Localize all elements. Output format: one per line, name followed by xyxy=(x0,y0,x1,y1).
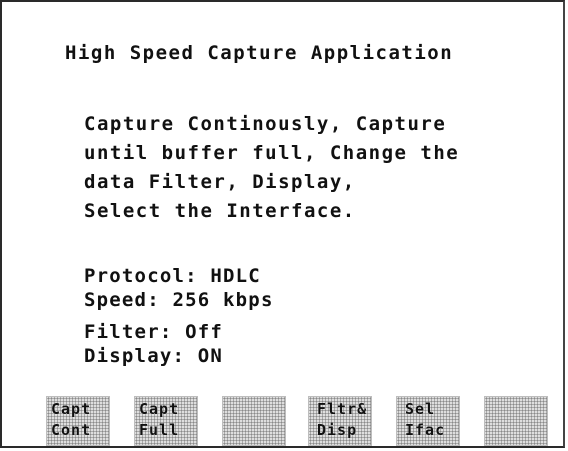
softkey-label-line1: Sel xyxy=(405,400,436,418)
capture-continuous-softkey[interactable]: Capt Cont xyxy=(46,396,110,446)
display-status: Display: ON xyxy=(84,345,224,367)
speed-status: Speed: 256 kbps xyxy=(84,289,274,311)
app-title: High Speed Capture Application xyxy=(65,42,454,64)
softkey-bar: Capt Cont Capt Full Fltr& Disp Sel Ifac xyxy=(46,396,556,446)
softkey-label-line2: Ifac xyxy=(405,421,446,439)
blank-softkey-3[interactable] xyxy=(222,396,286,446)
softkey-label-line2: Disp xyxy=(317,421,358,439)
description-text: Capture Continously, Capture until buffe… xyxy=(84,110,459,226)
select-interface-softkey[interactable]: Sel Ifac xyxy=(396,396,460,446)
softkey-label-line2: Full xyxy=(139,421,180,439)
description-line: Select the Interface. xyxy=(84,200,356,222)
capture-screen: High Speed Capture Application Capture C… xyxy=(0,0,565,448)
description-line: until buffer full, Change the xyxy=(84,142,460,164)
softkey-label-line1: Capt xyxy=(51,400,92,418)
filter-display-softkey[interactable]: Fltr& Disp xyxy=(308,396,372,446)
protocol-status: Protocol: HDLC xyxy=(84,265,261,287)
blank-softkey-6[interactable] xyxy=(484,396,548,446)
description-line: Capture Continously, Capture xyxy=(84,113,447,135)
status-panel: Protocol: HDLC Speed: 256 kbps Filter: O… xyxy=(84,264,274,368)
softkey-label-line2: Cont xyxy=(51,421,92,439)
softkey-label-line1: Fltr& xyxy=(317,400,368,418)
description-line: data Filter, Display, xyxy=(84,171,356,193)
capture-full-softkey[interactable]: Capt Full xyxy=(134,396,198,446)
filter-status: Filter: Off xyxy=(84,321,224,343)
softkey-label-line1: Capt xyxy=(139,400,180,418)
